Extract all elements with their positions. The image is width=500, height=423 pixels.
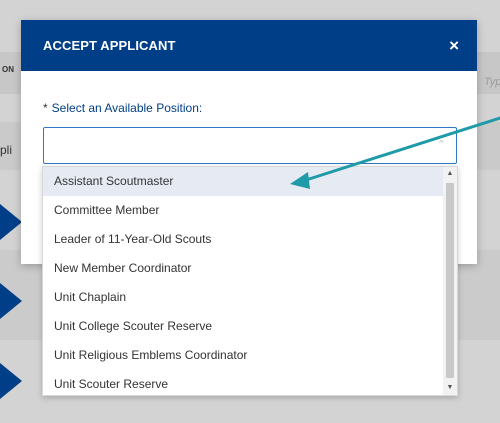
dropdown-options: Assistant Scoutmaster Committee Member L… [43, 167, 443, 395]
scroll-up-arrow-icon[interactable]: ▲ [443, 167, 457, 181]
background-label: pli [0, 143, 13, 157]
position-label-text: Select an Available Position: [51, 101, 203, 115]
chevron-up-icon[interactable]: ⌃ [437, 138, 446, 151]
dropdown-option-unit-scouter-reserve[interactable]: Unit Scouter Reserve [43, 370, 443, 395]
modal-body: * Select an Available Position: ⌃ [21, 71, 477, 164]
background-step-icon [0, 204, 22, 240]
background-step-icon [0, 283, 22, 319]
dropdown-option-committee-member[interactable]: Committee Member [43, 196, 443, 225]
dropdown-option-new-member-coordinator[interactable]: New Member Coordinator [43, 254, 443, 283]
position-field-label: * Select an Available Position: [43, 101, 457, 115]
modal-title: ACCEPT APPLICANT [43, 38, 176, 53]
dropdown-option-unit-college-scouter-reserve[interactable]: Unit College Scouter Reserve [43, 312, 443, 341]
close-icon[interactable]: × [449, 37, 459, 54]
dropdown-option-unit-religious-emblems-coordinator[interactable]: Unit Religious Emblems Coordinator [43, 341, 443, 370]
modal-header: ACCEPT APPLICANT × [21, 20, 477, 71]
position-select[interactable]: ⌃ [43, 127, 457, 164]
dropdown-option-assistant-scoutmaster[interactable]: Assistant Scoutmaster [43, 167, 443, 196]
position-dropdown-list: Assistant Scoutmaster Committee Member L… [42, 166, 458, 396]
required-indicator: * [43, 101, 48, 115]
background-column-header: ON [2, 65, 14, 74]
background-placeholder: Typ [484, 76, 500, 88]
background-step-icon [0, 363, 22, 399]
dropdown-option-leader-11-year-old-scouts[interactable]: Leader of 11-Year-Old Scouts [43, 225, 443, 254]
scrollbar-thumb[interactable] [446, 183, 454, 378]
scroll-down-arrow-icon[interactable]: ▼ [443, 381, 457, 395]
dropdown-scrollbar[interactable]: ▲ ▼ [443, 167, 457, 395]
dropdown-option-unit-chaplain[interactable]: Unit Chaplain [43, 283, 443, 312]
